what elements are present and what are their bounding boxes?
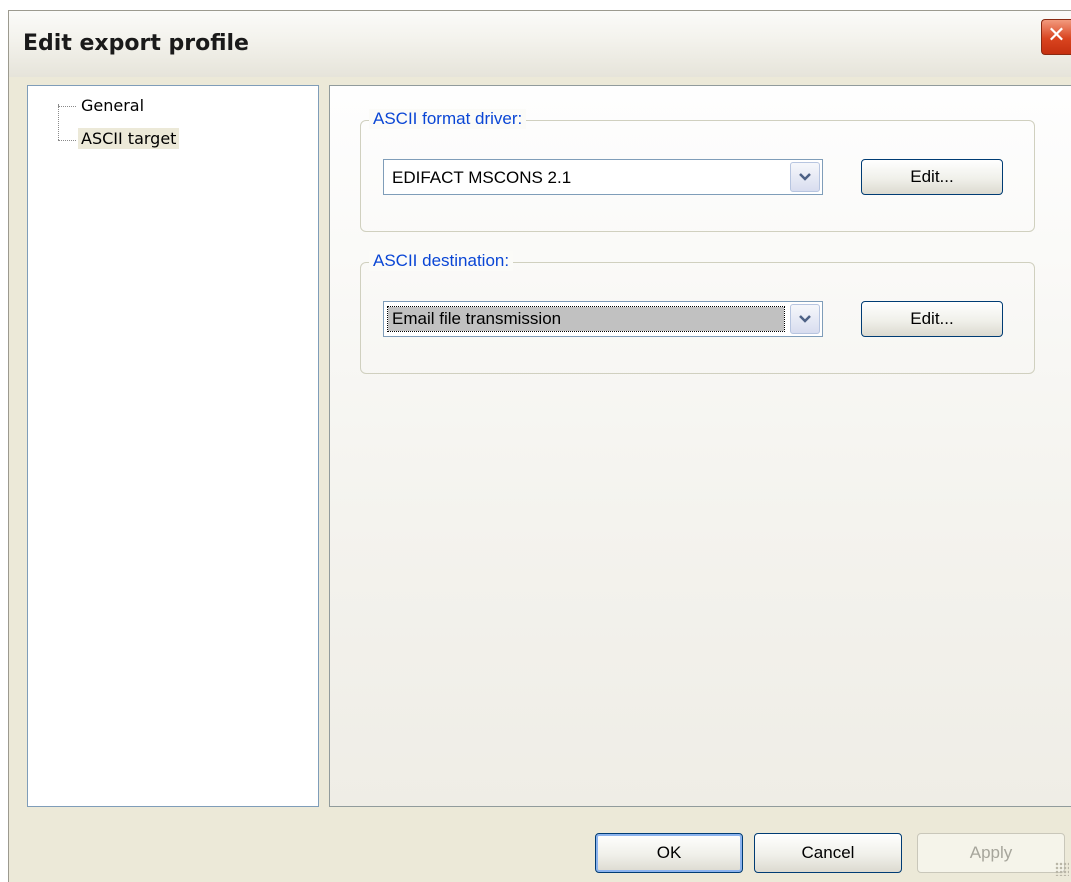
destination-value: Email file transmission xyxy=(387,306,785,332)
settings-panel: ASCII format driver: EDIFACT MSCONS 2.1 … xyxy=(329,85,1071,807)
tree-connector-branch xyxy=(58,106,76,107)
format-driver-value: EDIFACT MSCONS 2.1 xyxy=(392,168,572,187)
resize-grip-icon[interactable] xyxy=(1055,862,1069,876)
title-bar[interactable]: Edit export profile ✕ xyxy=(9,11,1071,77)
tree-item-general[interactable]: General xyxy=(78,95,147,116)
ok-button[interactable]: OK xyxy=(595,833,743,873)
format-driver-select[interactable]: EDIFACT MSCONS 2.1 xyxy=(383,159,823,195)
format-driver-dropdown-button[interactable] xyxy=(790,162,820,192)
close-icon: ✕ xyxy=(1047,23,1066,48)
close-button[interactable]: ✕ xyxy=(1041,19,1071,55)
dialog-window: Edit export profile ✕ General ASCII targ… xyxy=(8,10,1071,882)
destination-select[interactable]: Email file transmission xyxy=(383,301,823,337)
apply-button: Apply xyxy=(917,833,1065,873)
navigation-tree: General ASCII target xyxy=(27,85,319,807)
cancel-button[interactable]: Cancel xyxy=(754,833,902,873)
window-title: Edit export profile xyxy=(23,31,249,56)
chevron-down-icon xyxy=(799,315,811,323)
format-driver-legend: ASCII format driver: xyxy=(369,109,527,129)
destination-legend: ASCII destination: xyxy=(369,251,514,271)
tree-item-ascii-target[interactable]: ASCII target xyxy=(78,128,180,149)
chevron-down-icon xyxy=(799,173,811,181)
tree-connector-line xyxy=(58,104,77,140)
format-driver-edit-button[interactable]: Edit... xyxy=(861,159,1003,195)
destination-edit-button[interactable]: Edit... xyxy=(861,301,1003,337)
format-driver-group: ASCII format driver: EDIFACT MSCONS 2.1 … xyxy=(360,109,1035,232)
tree-connector-branch xyxy=(58,140,76,141)
destination-dropdown-button[interactable] xyxy=(790,304,820,334)
destination-group: ASCII destination: Email file transmissi… xyxy=(360,251,1035,374)
